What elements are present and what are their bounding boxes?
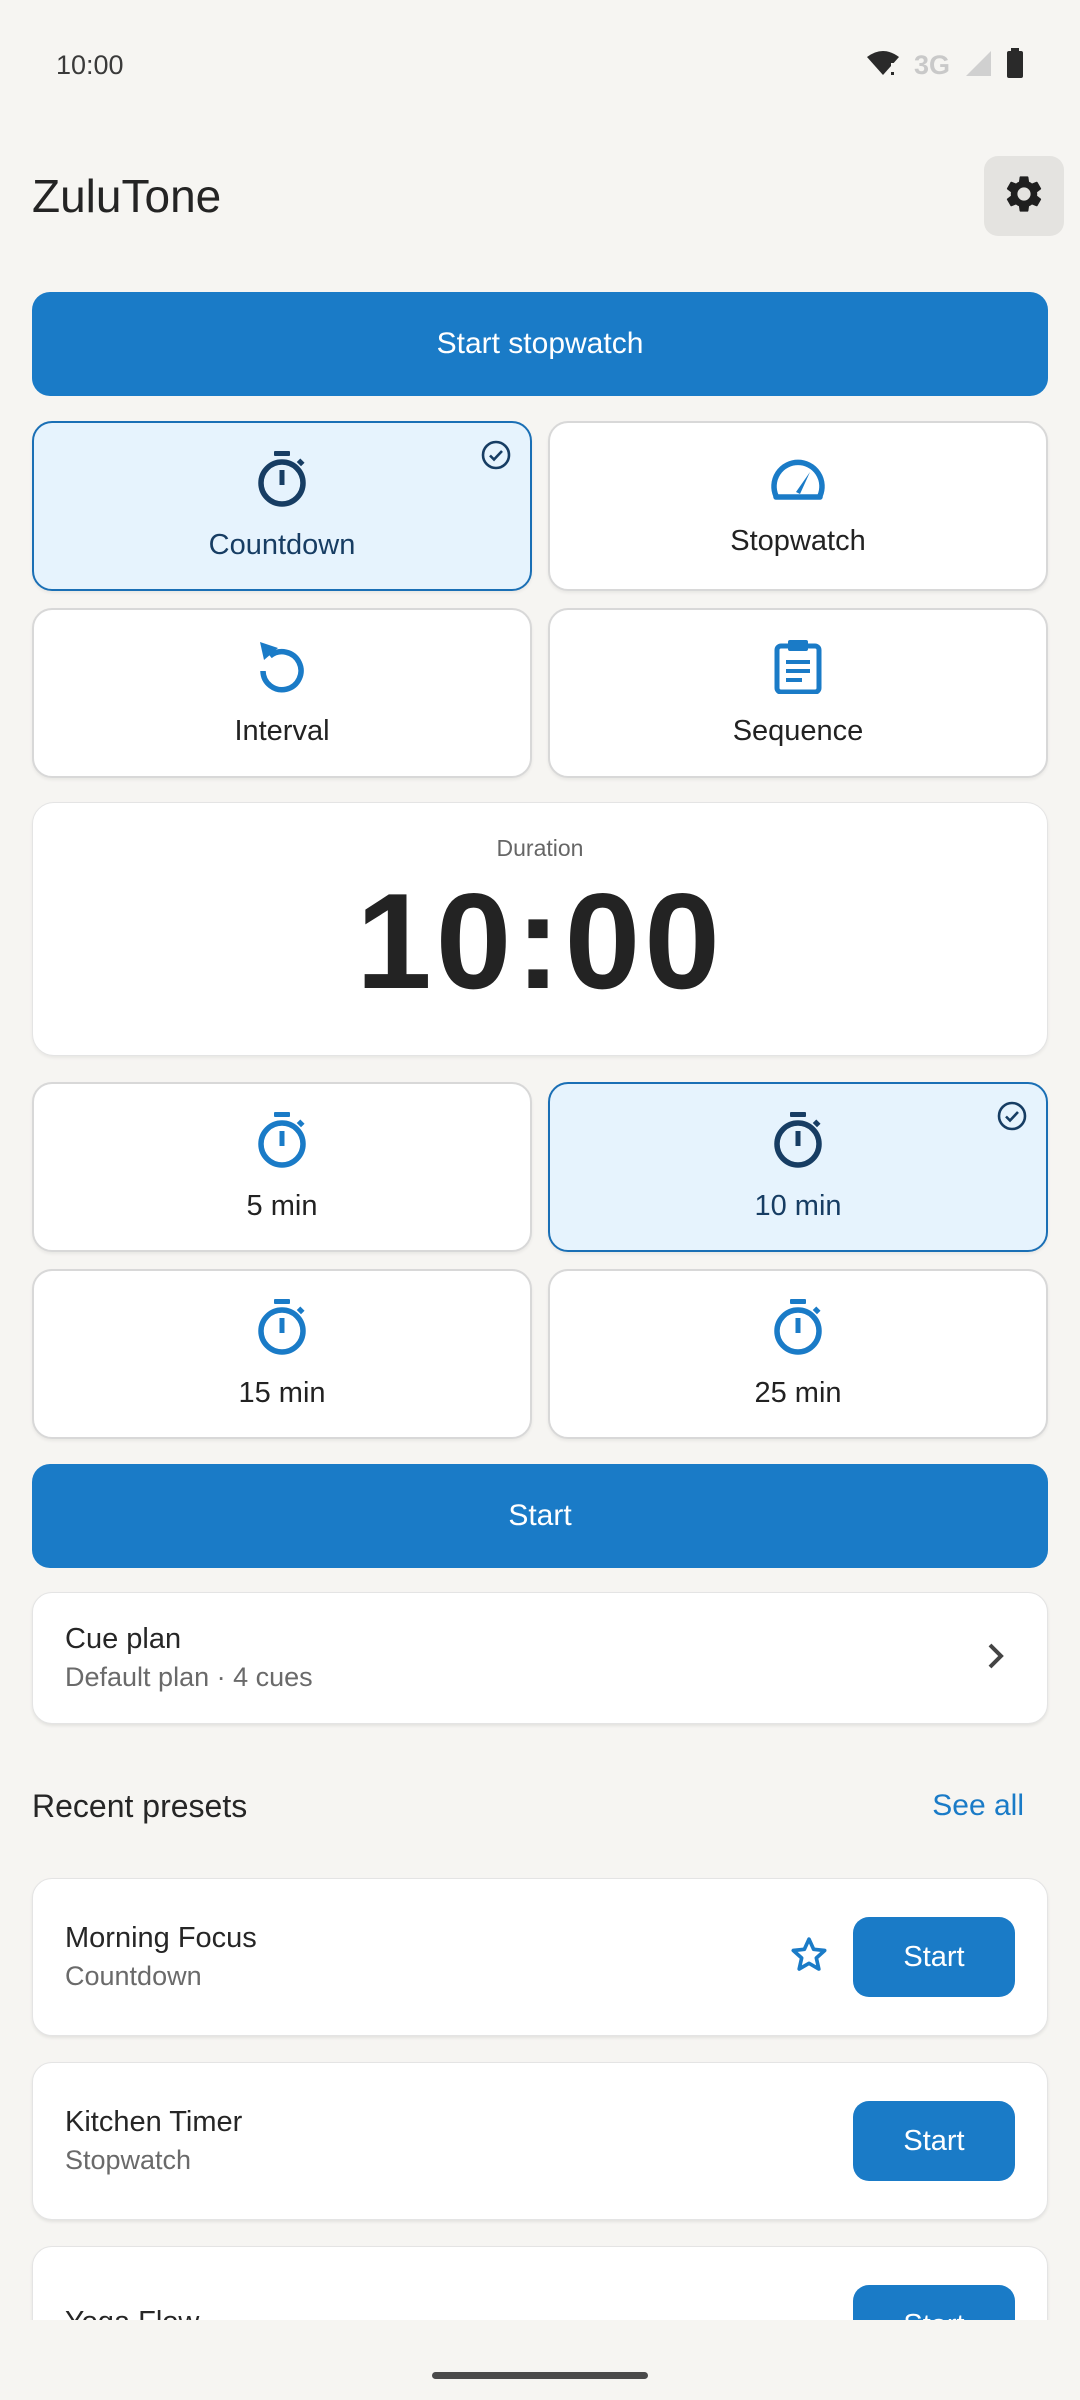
timer-icon <box>255 450 309 513</box>
recent-presets-title: Recent presets <box>32 1787 248 1824</box>
screen: 10:00 3G ZuluTone Start stopwatch Countd… <box>0 0 1080 2320</box>
cue-plan-subtitle: Default plan · 4 cues <box>65 1662 313 1692</box>
gear-icon <box>1002 172 1046 221</box>
mode-interval[interactable]: Interval <box>32 608 532 778</box>
timer-icon <box>771 1111 825 1174</box>
mode-label: Countdown <box>208 529 356 561</box>
home-gesture-handle[interactable] <box>432 2372 648 2379</box>
cue-plan-text: Cue plan Default plan · 4 cues <box>65 1623 313 1693</box>
mode-label: Stopwatch <box>730 525 866 557</box>
timer-icon <box>255 1298 309 1361</box>
quick-duration-label: 25 min <box>754 1377 842 1409</box>
settings-button[interactable] <box>984 156 1064 236</box>
replay-icon <box>256 638 308 699</box>
quick-duration-5[interactable]: 5 min <box>32 1082 532 1252</box>
status-time: 10:00 <box>56 49 124 80</box>
status-icons: 3G <box>866 47 1024 83</box>
preset-item[interactable]: Morning Focus Countdown Start <box>32 1878 1048 2036</box>
quick-duration-label: 5 min <box>246 1190 318 1222</box>
speedometer-icon <box>768 454 828 509</box>
check-circle-icon <box>996 1100 1028 1137</box>
preset-name: Kitchen Timer <box>65 2106 243 2138</box>
mode-label: Interval <box>234 715 330 747</box>
preset-name: Morning Focus <box>65 1922 257 1954</box>
start-button[interactable]: Start <box>32 1464 1048 1568</box>
preset-actions: Start <box>789 1917 1015 1997</box>
network-label: 3G <box>913 49 950 80</box>
quick-duration-25[interactable]: 25 min <box>548 1269 1048 1439</box>
mode-sequence[interactable]: Sequence <box>548 608 1048 778</box>
preset-actions: Start <box>853 2101 1015 2181</box>
preset-text: Yoga Flow <box>65 2306 199 2321</box>
quick-duration-label: 10 min <box>754 1190 842 1222</box>
signal-icon <box>964 49 992 82</box>
preset-start-button[interactable]: Start <box>853 2101 1015 2181</box>
quick-duration-10[interactable]: 10 min <box>548 1082 1048 1252</box>
preset-text: Kitchen Timer Stopwatch <box>65 2106 242 2176</box>
status-bar: 10:00 3G <box>0 0 1080 130</box>
star-icon[interactable] <box>789 1935 829 1980</box>
wifi-icon <box>866 49 900 82</box>
clipboard-icon <box>773 638 823 699</box>
check-circle-icon <box>480 439 512 476</box>
app-title: ZuluTone <box>32 170 222 222</box>
preset-name: Yoga Flow <box>65 2306 199 2321</box>
mode-label: Sequence <box>732 715 864 747</box>
timer-icon <box>255 1111 309 1174</box>
mode-countdown[interactable]: Countdown <box>32 421 532 591</box>
preset-type: Stopwatch <box>65 2145 192 2175</box>
cue-plan-title: Cue plan <box>65 1623 182 1655</box>
app-header: ZuluTone <box>32 150 1064 242</box>
quick-duration-label: 15 min <box>238 1377 326 1409</box>
preset-actions: Start <box>853 2285 1015 2320</box>
mode-stopwatch[interactable]: Stopwatch <box>548 421 1048 591</box>
chevron-right-icon <box>985 1641 1007 1676</box>
preset-start-button[interactable]: Start <box>853 2285 1015 2320</box>
battery-icon <box>1006 47 1024 83</box>
navigation-bar <box>0 2320 1080 2400</box>
duration-label: Duration <box>496 835 584 861</box>
start-stopwatch-button[interactable]: Start stopwatch <box>32 292 1048 396</box>
quick-duration-15[interactable]: 15 min <box>32 1269 532 1439</box>
duration-card: Duration 10:00 <box>32 802 1048 1056</box>
preset-type: Countdown <box>65 1961 202 1991</box>
preset-item[interactable]: Yoga Flow Start <box>32 2246 1048 2320</box>
recent-presets-header: Recent presets See all <box>32 1776 1032 1836</box>
preset-item[interactable]: Kitchen Timer Stopwatch Start <box>32 2062 1048 2220</box>
preset-start-button[interactable]: Start <box>853 1917 1015 1997</box>
duration-value: 10:00 <box>356 865 724 1017</box>
see-all-link[interactable]: See all <box>932 1789 1032 1823</box>
cue-plan-card[interactable]: Cue plan Default plan · 4 cues <box>32 1592 1048 1724</box>
timer-icon <box>771 1298 825 1361</box>
preset-text: Morning Focus Countdown <box>65 1922 257 1992</box>
